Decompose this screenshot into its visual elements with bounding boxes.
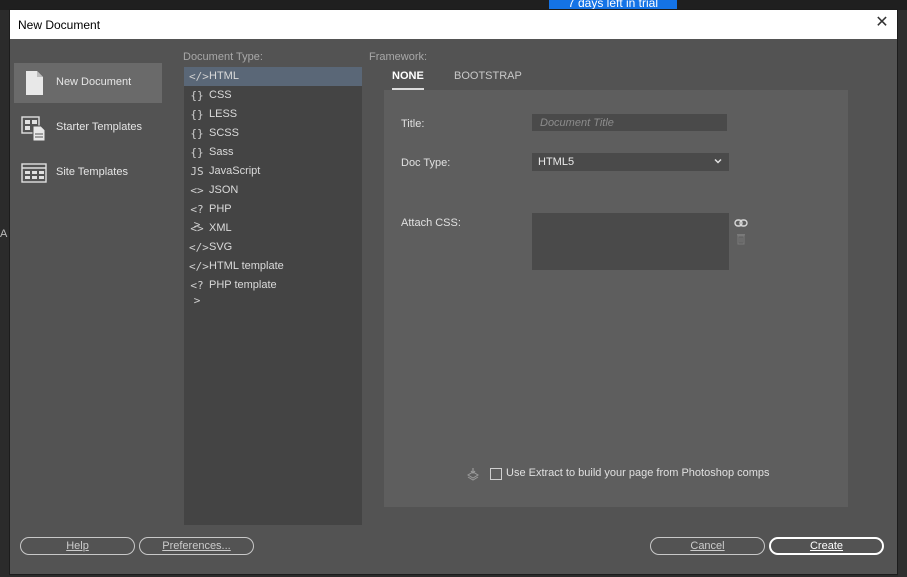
nav-item-site-templates[interactable]: Site Templates xyxy=(14,153,162,193)
doctype-item-label: XML xyxy=(209,222,232,234)
extract-checkbox[interactable] xyxy=(490,468,502,480)
php-icon: <?> xyxy=(190,279,204,307)
code-tag-icon: </> xyxy=(189,241,209,254)
doctype-item-label: SVG xyxy=(209,241,233,253)
doctype-item-label: JavaScript xyxy=(209,165,261,177)
new-document-dialog: New Document ✕ New Document Starter Temp… xyxy=(9,9,898,575)
nav-item-starter-templates[interactable]: Starter Templates xyxy=(14,108,162,148)
title-label: Title: xyxy=(401,118,425,130)
extract-checkbox-label: Use Extract to build your page from Phot… xyxy=(506,467,770,479)
doctype-item-svg[interactable]: </> SVG xyxy=(184,238,362,257)
javascript-icon: JS xyxy=(190,165,204,178)
code-tag-icon: </> xyxy=(189,70,209,83)
doctype-item-label: HTML template xyxy=(209,260,284,272)
doctype-item-label: CSS xyxy=(209,89,232,101)
chevron-down-icon xyxy=(714,158,722,164)
nav-item-new-document[interactable]: New Document xyxy=(14,63,162,103)
site-templates-icon xyxy=(21,163,47,183)
doctype-item-label: JSON xyxy=(209,184,239,196)
doctype-item-javascript[interactable]: JS JavaScript xyxy=(184,162,362,181)
nav-item-label: New Document xyxy=(56,76,132,88)
cancel-button[interactable]: Cancel xyxy=(650,537,765,555)
braces-icon: {} xyxy=(190,108,204,121)
document-type-label: Document Type: xyxy=(183,51,263,63)
starter-templates-icon xyxy=(21,116,46,142)
category-nav: New Document Starter Templates Site Temp… xyxy=(14,63,162,198)
braces-icon: {} xyxy=(190,89,204,102)
dialog-titlebar: New Document ✕ xyxy=(10,10,897,39)
braces-icon: {} xyxy=(190,127,204,140)
help-button[interactable]: Help xyxy=(20,537,135,555)
attach-css-label: Attach CSS: xyxy=(401,217,461,229)
preferences-button[interactable]: Preferences... xyxy=(139,537,254,555)
doctype-item-less[interactable]: {} LESS xyxy=(184,105,362,124)
doctype-item-label: PHP xyxy=(209,203,232,215)
doctype-item-html-template[interactable]: </> HTML template xyxy=(184,257,362,276)
create-button[interactable]: Create xyxy=(769,537,884,555)
doctype-item-html[interactable]: </> HTML xyxy=(184,67,362,86)
document-title-input[interactable] xyxy=(532,114,727,131)
php-icon: <?> xyxy=(190,203,204,231)
doctype-select-value: HTML5 xyxy=(538,156,575,168)
code-tag-icon: </> xyxy=(189,260,209,273)
doctype-label: Doc Type: xyxy=(401,157,451,169)
tab-none[interactable]: NONE xyxy=(392,70,424,90)
doctype-item-label: PHP template xyxy=(209,279,277,291)
tab-bootstrap[interactable]: BOOTSTRAP xyxy=(454,70,522,82)
background-app-right-edge xyxy=(898,10,907,577)
doctype-item-xml[interactable]: <> XML xyxy=(184,219,362,238)
trash-icon[interactable] xyxy=(736,233,746,245)
doctype-item-php-template[interactable]: <?> PHP template xyxy=(184,276,362,307)
doctype-item-label: HTML xyxy=(209,70,239,82)
braces-icon: {} xyxy=(190,146,204,159)
attach-css-list[interactable] xyxy=(532,213,729,270)
doctype-item-css[interactable]: {} CSS xyxy=(184,86,362,105)
doctype-item-scss[interactable]: {} SCSS xyxy=(184,124,362,143)
doctype-item-php[interactable]: <?> PHP xyxy=(184,200,362,231)
extract-icon xyxy=(467,468,479,481)
doctype-item-label: Sass xyxy=(209,146,234,158)
framework-label: Framework: xyxy=(369,51,428,63)
nav-item-label: Site Templates xyxy=(56,166,128,178)
framework-panel: Title: Doc Type: HTML5 Attach CSS: xyxy=(384,90,848,507)
json-icon: <> xyxy=(190,184,204,197)
dialog-title: New Document xyxy=(18,18,101,32)
doctype-item-label: LESS xyxy=(209,108,238,120)
doctype-item-label: SCSS xyxy=(209,127,239,139)
background-app-text: A xyxy=(0,228,8,240)
close-icon[interactable]: ✕ xyxy=(873,14,891,32)
xml-icon: <> xyxy=(190,222,204,235)
link-icon[interactable] xyxy=(734,218,748,228)
document-icon xyxy=(26,71,43,95)
doctype-item-json[interactable]: <> JSON xyxy=(184,181,362,200)
doctype-select[interactable]: HTML5 xyxy=(532,153,729,171)
document-type-list: </> HTML {} CSS {} LESS {} SCSS {} Sass … xyxy=(184,67,362,525)
doctype-item-sass[interactable]: {} Sass xyxy=(184,143,362,162)
nav-item-label: Starter Templates xyxy=(56,121,143,133)
